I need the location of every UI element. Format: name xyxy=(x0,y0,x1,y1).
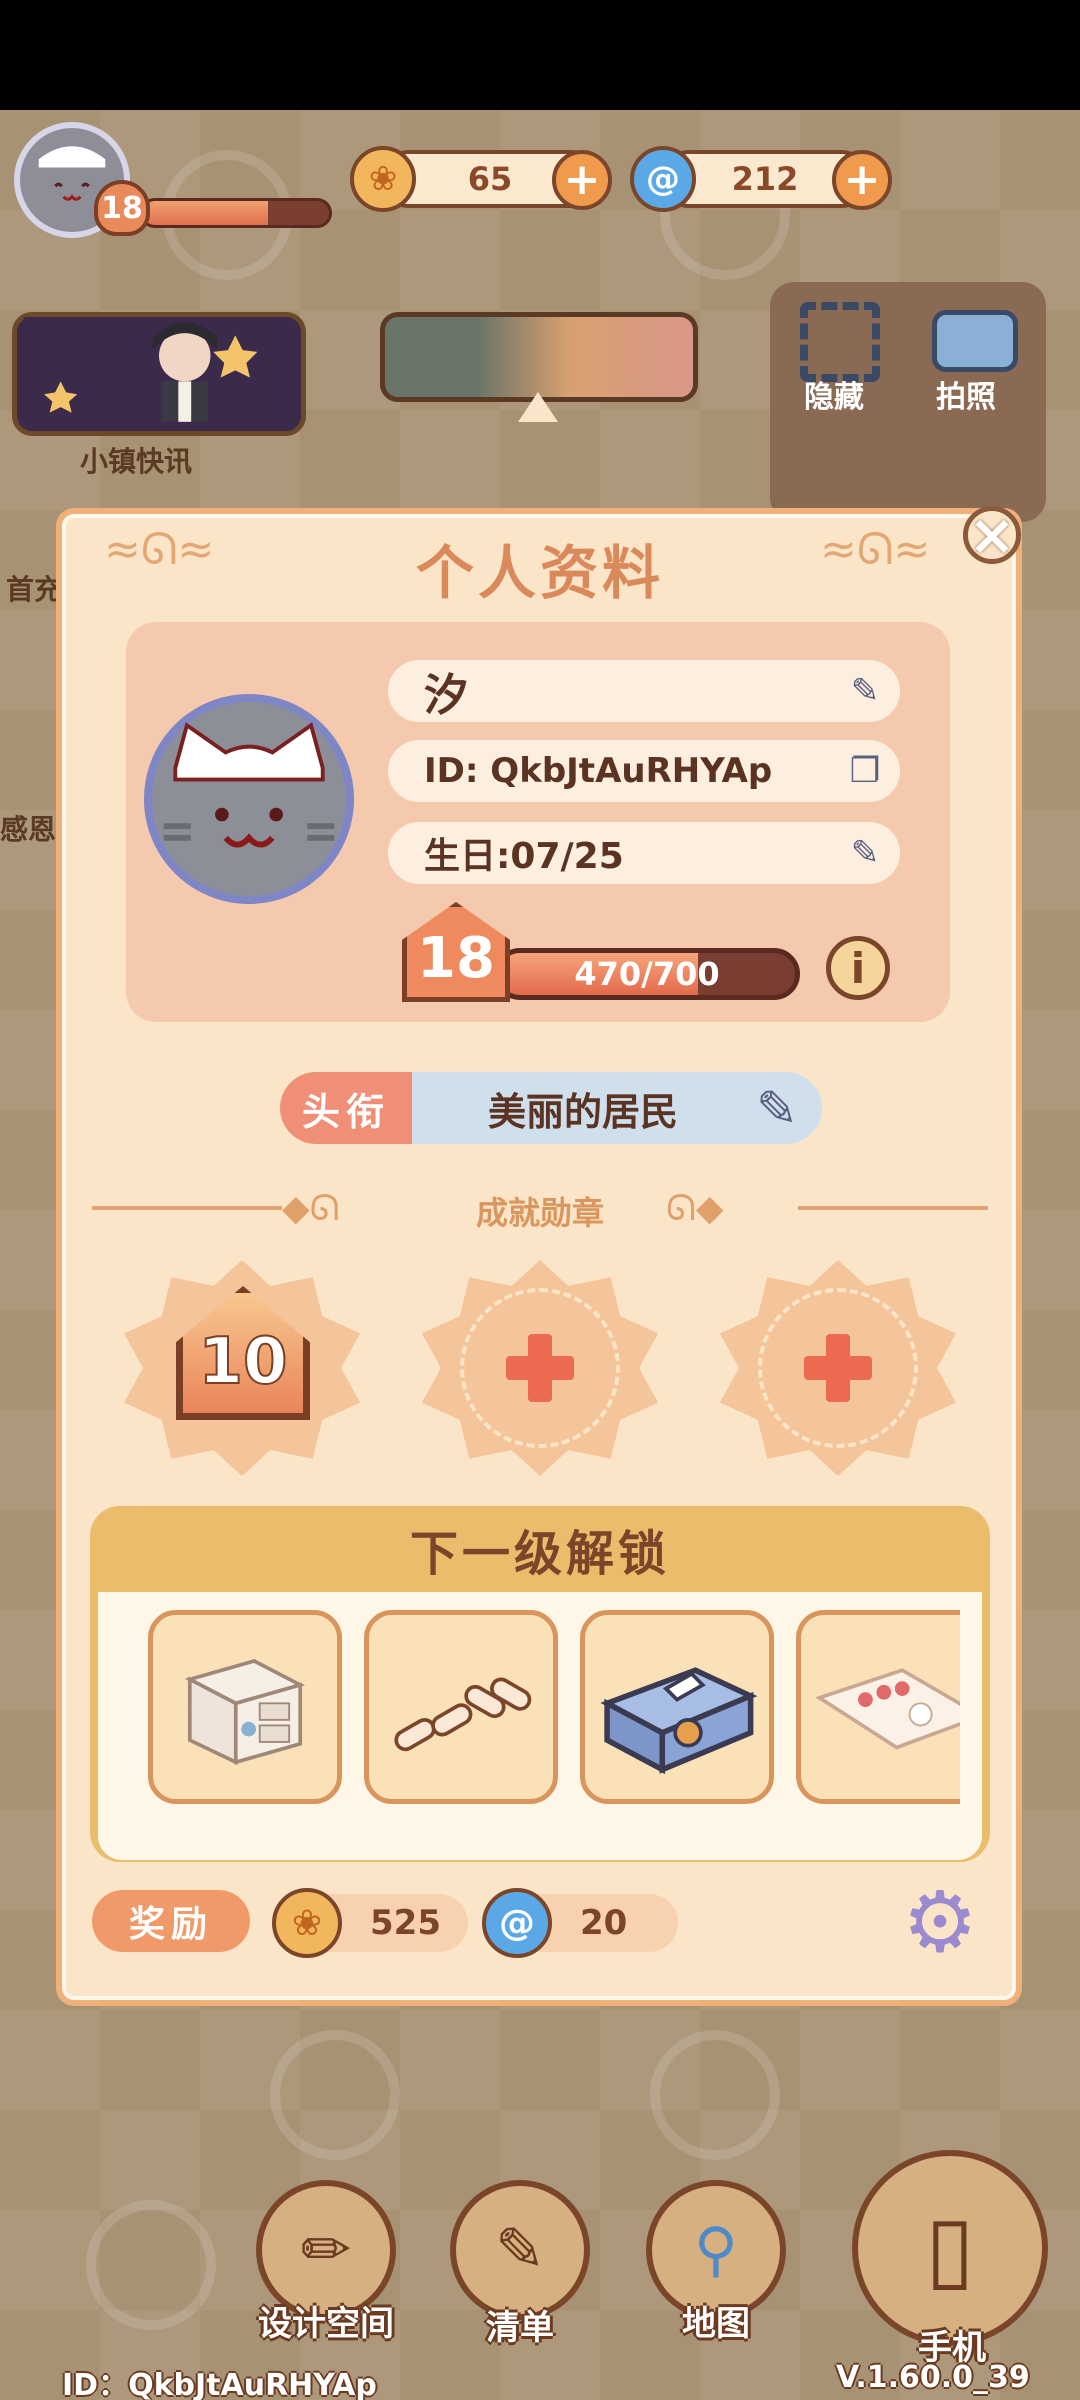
checklist-button[interactable]: ✎ xyxy=(450,2180,590,2320)
achievement-medal[interactable]: 10 xyxy=(124,1260,360,1476)
gold-coin-icon: ❀ xyxy=(272,1888,342,1958)
map-pin-icon: ⚲ xyxy=(694,2215,738,2285)
achievements-label: 成就勋章 xyxy=(475,1194,604,1232)
phone-icon: ▯ xyxy=(925,2195,975,2301)
phone-button[interactable]: ▯ xyxy=(852,2150,1048,2346)
photo-label: 拍照 xyxy=(936,380,996,415)
player-name-field[interactable]: 汐 ✎ xyxy=(388,660,900,722)
profile-xp-text: 470/700 xyxy=(574,955,720,993)
thanks-event-label[interactable]: 感恩 xyxy=(0,808,56,848)
camera-icon[interactable] xyxy=(932,310,1018,372)
dialog-title: 个人资料 xyxy=(415,539,664,607)
add-icon xyxy=(506,1334,574,1402)
floor-sun-decoration xyxy=(650,2030,780,2160)
settings-gear-icon[interactable]: ⚙ xyxy=(898,1880,982,1964)
profile-avatar-button[interactable] xyxy=(144,694,354,904)
hide-ui-label: 隐藏 xyxy=(804,380,864,415)
info-icon[interactable]: i xyxy=(826,936,890,1000)
add-gold-button[interactable]: + xyxy=(552,150,612,210)
blue-swirl-gem-icon: @ xyxy=(482,1888,552,1958)
birthday-field[interactable]: 生日:07/25 ✎ xyxy=(388,822,900,884)
player-name: 汐 xyxy=(424,670,468,721)
reward-gem-value: 20 xyxy=(580,1903,628,1943)
reward-gold-value: 525 xyxy=(370,1903,441,1943)
design-space-icon: ✏ xyxy=(300,2215,352,2285)
tissue-box-icon xyxy=(600,1667,758,1775)
player-level-badge: 18 xyxy=(94,180,150,236)
honor-value-text: 美丽的居民 xyxy=(488,1089,679,1134)
flower-rug-icon xyxy=(815,1668,960,1750)
achievement-empty-slot[interactable] xyxy=(422,1260,658,1476)
version-text: V.1.60.0_39 xyxy=(836,2360,1030,2395)
gold-coin-value: 65 xyxy=(467,160,513,198)
map-label: 地图 xyxy=(682,2304,750,2344)
edit-pencil-icon[interactable]: ✎ xyxy=(844,670,886,712)
player-id: ID: QkbJtAuRHYAp xyxy=(424,751,773,791)
floor-sun-decoration xyxy=(270,2030,400,2160)
blue-swirl-gem-icon: @ xyxy=(630,146,696,212)
checklist-icon: ✎ xyxy=(494,2215,546,2285)
unlock-item-sausage-links[interactable] xyxy=(364,1610,558,1804)
player-xp-bar xyxy=(140,198,332,228)
weather-indicator[interactable] xyxy=(380,312,698,402)
sausage-links-icon xyxy=(394,1677,532,1752)
footer-player-id: ID：QkbJtAuRHYAp xyxy=(62,2368,377,2400)
unlock-item-flower-rug[interactable] xyxy=(796,1610,960,1804)
player-id-field: ID: QkbJtAuRHYAp ❐ xyxy=(388,740,900,802)
add-icon xyxy=(804,1334,872,1402)
gem-value: 212 xyxy=(731,160,799,198)
birthday-text: 生日:07/25 xyxy=(424,836,624,877)
hide-ui-icon[interactable] xyxy=(800,302,880,382)
divider-flourish-ornament: ᘏ◆ xyxy=(666,1188,724,1229)
edit-pencil-icon[interactable]: ✎ xyxy=(844,832,886,874)
achievement-empty-slot[interactable] xyxy=(720,1260,956,1476)
honor-tag: 头衔 xyxy=(280,1072,412,1144)
unlock-item-tissue-box[interactable] xyxy=(580,1610,774,1804)
add-gem-button[interactable]: + xyxy=(832,150,892,210)
town-news-label: 小镇快讯 xyxy=(80,445,193,478)
unlock-item-cabinet[interactable] xyxy=(148,1610,342,1804)
checklist-label: 清单 xyxy=(486,2308,554,2348)
edit-honor-pencil-icon[interactable]: ✎ xyxy=(756,1080,798,1138)
status-bar xyxy=(0,0,1080,110)
cabinet-icon xyxy=(184,1659,306,1766)
copy-icon[interactable]: ❐ xyxy=(844,750,886,792)
design-space-label: 设计空间 xyxy=(258,2304,394,2344)
reward-tag: 奖励 xyxy=(92,1890,250,1952)
player-xp-fill xyxy=(143,201,268,225)
next-level-unlock-title: 下一级解锁 xyxy=(409,1526,670,1582)
floor-sun-decoration xyxy=(86,2200,216,2330)
news-character-icon xyxy=(23,317,285,422)
town-news-button[interactable] xyxy=(12,312,306,436)
cat-avatar-icon xyxy=(163,722,335,848)
gold-coin-icon: ❀ xyxy=(350,146,416,212)
divider xyxy=(798,1206,988,1210)
